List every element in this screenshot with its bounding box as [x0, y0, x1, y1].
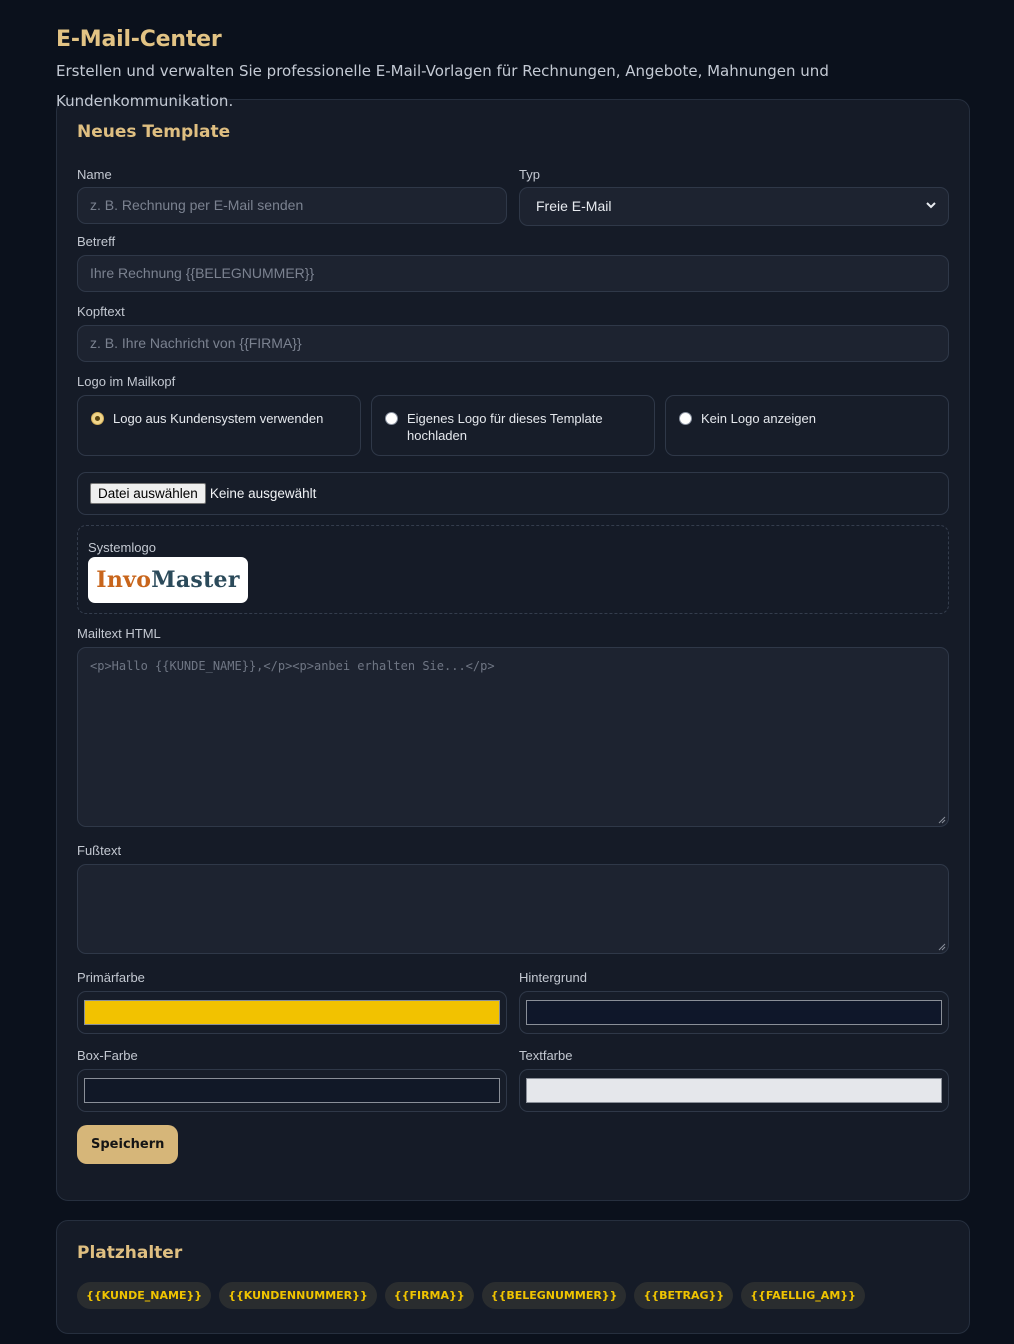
box-color-swatch[interactable] [84, 1078, 500, 1103]
text-color-label: Textfarbe [519, 1048, 573, 1063]
logo-option-label: Logo aus Kundensystem verwenden [113, 411, 324, 426]
logo-option-upload[interactable]: Eigenes Logo für dieses Template hochlad… [371, 395, 655, 456]
logo-option-label: Kein Logo anzeigen [701, 411, 816, 426]
page-title: E-Mail-Center [56, 27, 222, 52]
mail-html-label: Mailtext HTML [77, 626, 161, 641]
color-row-2: Box-Farbe Textfarbe [77, 1049, 949, 1112]
subject-input[interactable]: Ihre Rechnung {{BELEGNUMMER}} [77, 255, 949, 292]
placeholder-chip[interactable]: {{BETRAG}} [634, 1282, 734, 1309]
file-status: Keine ausgewählt [209, 486, 317, 501]
radio-icon[interactable] [385, 412, 398, 425]
box-color-group: Box-Farbe [77, 1049, 507, 1112]
logo-text-part2: Master [151, 567, 240, 593]
name-field-group: Name z. B. Rechnung per E-Mail senden [77, 168, 507, 226]
placeholder-chips: {{KUNDE_NAME}} {{KUNDENNUMMER}} {{FIRMA}… [77, 1282, 949, 1309]
header-text-field-group: Kopftext z. B. Ihre Nachricht von {{FIRM… [77, 305, 949, 362]
resize-handle-icon[interactable] [938, 816, 946, 824]
primary-color-label: Primärfarbe [77, 970, 145, 985]
mail-html-textarea[interactable]: <p>Hallo {{KUNDE_NAME}},</p><p>anbei erh… [77, 647, 949, 827]
background-color-group: Hintergrund [519, 971, 949, 1034]
radio-checked-icon[interactable] [91, 412, 104, 425]
resize-handle-icon[interactable] [938, 943, 946, 951]
system-logo-box: Systemlogo Invo Master [77, 525, 949, 614]
header-text-label: Kopftext [77, 304, 125, 319]
mail-html-field-group: Mailtext HTML <p>Hallo {{KUNDE_NAME}},</… [77, 627, 949, 827]
placeholder-chip[interactable]: {{KUNDE_NAME}} [77, 1282, 212, 1309]
type-selected-value: Freie E-Mail [536, 198, 612, 214]
subject-field-group: Betreff Ihre Rechnung {{BELEGNUMMER}} [77, 235, 949, 292]
placeholder-chip[interactable]: {{FAELLIG_AM}} [741, 1282, 865, 1309]
type-label: Typ [519, 167, 540, 182]
primary-color-group: Primärfarbe [77, 971, 507, 1034]
type-select[interactable]: Freie E-Mail [519, 187, 949, 226]
name-type-row: Name z. B. Rechnung per E-Mail senden Ty… [77, 168, 949, 226]
choose-file-button[interactable]: Datei auswählen [90, 483, 206, 504]
card-title: Neues Template [77, 122, 231, 142]
name-label: Name [77, 167, 112, 182]
logo-option-system[interactable]: Logo aus Kundensystem verwenden [77, 395, 361, 456]
header-text-input[interactable]: z. B. Ihre Nachricht von {{FIRMA}} [77, 325, 949, 362]
name-input[interactable]: z. B. Rechnung per E-Mail senden [77, 187, 507, 224]
system-logo-label: Systemlogo [88, 540, 156, 555]
footer-text-label: Fußtext [77, 843, 122, 858]
new-template-card: Neues Template Name z. B. Rechnung per E… [56, 99, 970, 1201]
footer-textarea[interactable] [77, 864, 949, 954]
logo-text-part1: Invo [96, 567, 152, 593]
mail-html-placeholder: <p>Hallo {{KUNDE_NAME}},</p><p>anbei erh… [90, 659, 495, 673]
background-color-swatch[interactable] [526, 1000, 942, 1025]
logo-options: Logo aus Kundensystem verwenden Eigenes … [77, 395, 949, 456]
footer-text-field-group: Fußtext [77, 844, 949, 954]
logo-option-none[interactable]: Kein Logo anzeigen [665, 395, 949, 456]
primary-color-input[interactable] [77, 991, 507, 1034]
primary-color-swatch[interactable] [84, 1000, 500, 1025]
chevron-down-icon [926, 202, 936, 209]
background-color-input[interactable] [519, 991, 949, 1034]
file-upload-box: Datei auswählen Keine ausgewählt [77, 472, 949, 515]
page-subtitle: Erstellen und verwalten Sie professionel… [56, 62, 829, 110]
box-color-input[interactable] [77, 1069, 507, 1112]
email-center-page: E-Mail-Center Erstellen und verwalten Si… [0, 0, 1014, 1334]
placeholders-card: Platzhalter {{KUNDE_NAME}} {{KUNDENNUMME… [56, 1220, 970, 1334]
save-button[interactable]: Speichern [77, 1125, 179, 1164]
color-row-1: Primärfarbe Hintergrund [77, 971, 949, 1034]
placeholder-chip[interactable]: {{BELEGNUMMER}} [481, 1282, 627, 1309]
radio-icon[interactable] [679, 412, 692, 425]
placeholder-chip[interactable]: {{KUNDENNUMMER}} [219, 1282, 377, 1309]
text-color-input[interactable] [519, 1069, 949, 1112]
logo-option-label: Eigenes Logo für dieses Template hochlad… [407, 411, 603, 443]
text-color-group: Textfarbe [519, 1049, 949, 1112]
logo-label: Logo im Mailkopf [77, 374, 176, 389]
placeholder-chip[interactable]: {{FIRMA}} [384, 1282, 474, 1309]
box-color-label: Box-Farbe [77, 1048, 138, 1063]
subject-label: Betreff [77, 234, 116, 249]
background-color-label: Hintergrund [519, 970, 587, 985]
text-color-swatch[interactable] [526, 1078, 942, 1103]
type-field-group: Typ Freie E-Mail [519, 168, 949, 226]
placeholders-title: Platzhalter [77, 1243, 183, 1263]
invomaster-logo: Invo Master [88, 557, 248, 603]
